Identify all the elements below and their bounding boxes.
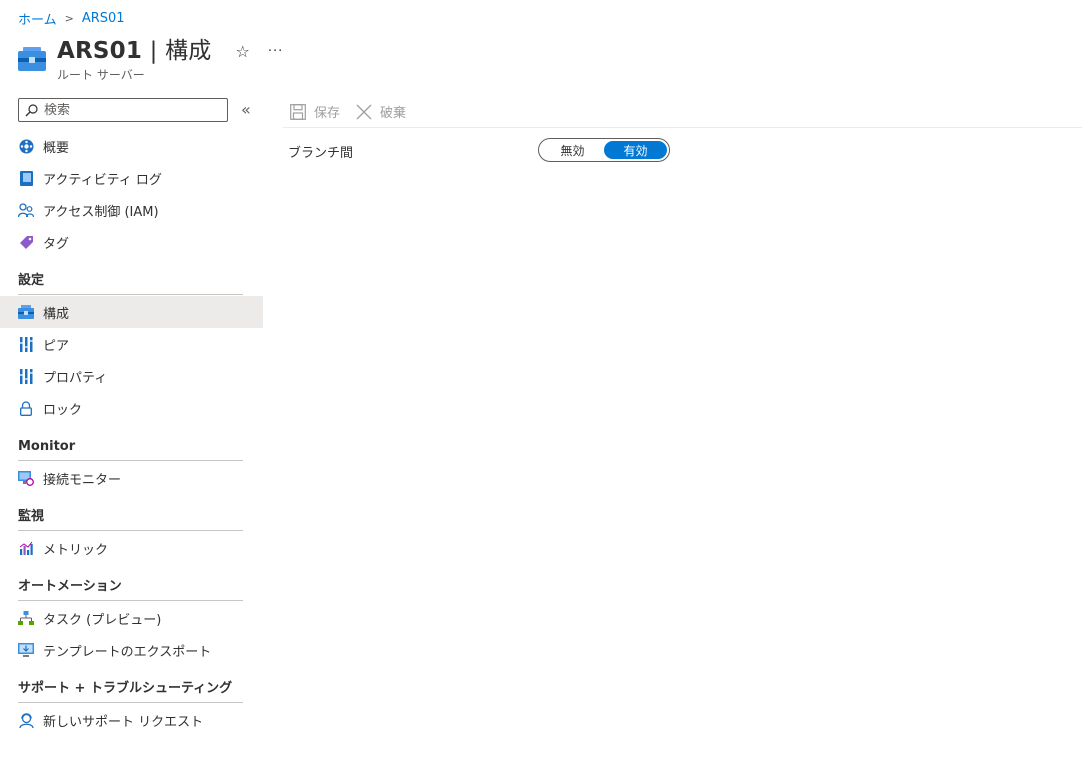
iam-icon [18,202,34,218]
peers-icon [18,336,34,352]
collapse-sidebar-icon[interactable]: « [241,100,251,119]
sidebar-item-peers[interactable]: ピア [0,328,263,360]
command-bar: 保存 破棄 [283,96,1082,128]
sidebar-item-export-template[interactable]: テンプレートのエクスポート [0,634,263,666]
discard-button[interactable]: 破棄 [356,102,406,121]
sidebar-item-label: ロック [43,402,83,418]
sidebar-item-support-request[interactable]: 新しいサポート リクエスト [0,704,263,736]
sidebar-item-tags[interactable]: タグ [0,226,263,258]
section-monitoring: 監視 [18,509,45,524]
sidebar-item-label: アクセス制御 (IAM) [43,204,159,220]
sidebar-item-lock[interactable]: ロック [0,392,263,424]
overview-icon [18,138,34,154]
sidebar-item-overview[interactable]: 概要 [0,130,263,162]
page-subtitle: ルート サーバー [57,68,145,82]
divider [18,460,243,461]
breadcrumb: ホーム > ARS01 [18,9,125,28]
page-title: ARS01 | 構成 [57,38,212,64]
search-input[interactable] [44,102,219,118]
sidebar-item-label: ピア [43,338,70,354]
export-template-icon [18,642,34,658]
tag-icon [18,234,34,250]
sidebar-item-label: タスク (プレビュー) [43,612,162,628]
sidebar: 概要 アクティビティ ログ アクセス制御 (IAM) タグ 設定 構成 ピア プ… [0,130,263,736]
section-support: サポート + トラブルシューティング [18,681,233,696]
section-monitor: Monitor [18,439,76,454]
breadcrumb-current-link[interactable]: ARS01 [82,11,125,26]
sidebar-item-properties[interactable]: プロパティ [0,360,263,392]
sidebar-item-activity-log[interactable]: アクティビティ ログ [0,162,263,194]
divider [18,702,243,703]
chevron-right-icon: > [64,12,74,25]
page-header: ARS01 | 構成 ☆ ··· ルート サーバー [18,36,283,83]
support-request-icon [18,712,34,728]
save-button[interactable]: 保存 [290,102,340,121]
sidebar-item-tasks[interactable]: タスク (プレビュー) [0,602,263,634]
sidebar-item-metrics[interactable]: メトリック [0,532,263,564]
section-automation: オートメーション [18,579,122,594]
lock-icon [18,400,34,416]
discard-label: 破棄 [380,106,407,121]
connection-monitor-icon [18,470,34,486]
configuration-icon [18,304,34,320]
sidebar-item-configuration[interactable]: 構成 [0,296,263,328]
properties-icon [18,368,34,384]
tasks-icon [18,610,34,626]
sidebar-item-label: タグ [43,236,70,252]
toggle-option-enabled[interactable]: 有効 [604,141,667,159]
sidebar-item-label: 構成 [43,306,70,322]
save-icon [290,103,306,120]
sidebar-item-label: アクティビティ ログ [43,172,162,188]
divider [18,600,243,601]
breadcrumb-home-link[interactable]: ホーム [18,9,57,28]
more-options-button[interactable]: ··· [268,44,283,59]
sidebar-item-label: テンプレートのエクスポート [43,644,212,660]
section-settings: 設定 [18,273,45,288]
search-icon [25,103,38,116]
metrics-icon [18,540,34,556]
sidebar-item-label: 新しいサポート リクエスト [43,714,204,730]
divider [18,294,243,295]
branch-to-branch-label: ブランチ間 [288,146,354,161]
sidebar-item-iam[interactable]: アクセス制御 (IAM) [0,194,263,226]
divider [18,530,243,531]
activity-log-icon [18,170,34,186]
sidebar-item-connection-monitor[interactable]: 接続モニター [0,462,263,494]
branch-to-branch-toggle[interactable]: 無効 有効 [538,138,670,162]
close-icon [356,104,372,119]
sidebar-item-label: メトリック [43,542,109,558]
sidebar-item-label: プロパティ [43,370,108,386]
save-label: 保存 [314,106,341,121]
route-server-icon [18,47,46,71]
sidebar-item-label: 概要 [43,140,70,156]
toggle-option-disabled[interactable]: 無効 [541,141,604,159]
sidebar-item-label: 接続モニター [43,472,122,488]
search-box[interactable] [18,98,228,122]
star-icon[interactable]: ☆ [235,42,249,61]
